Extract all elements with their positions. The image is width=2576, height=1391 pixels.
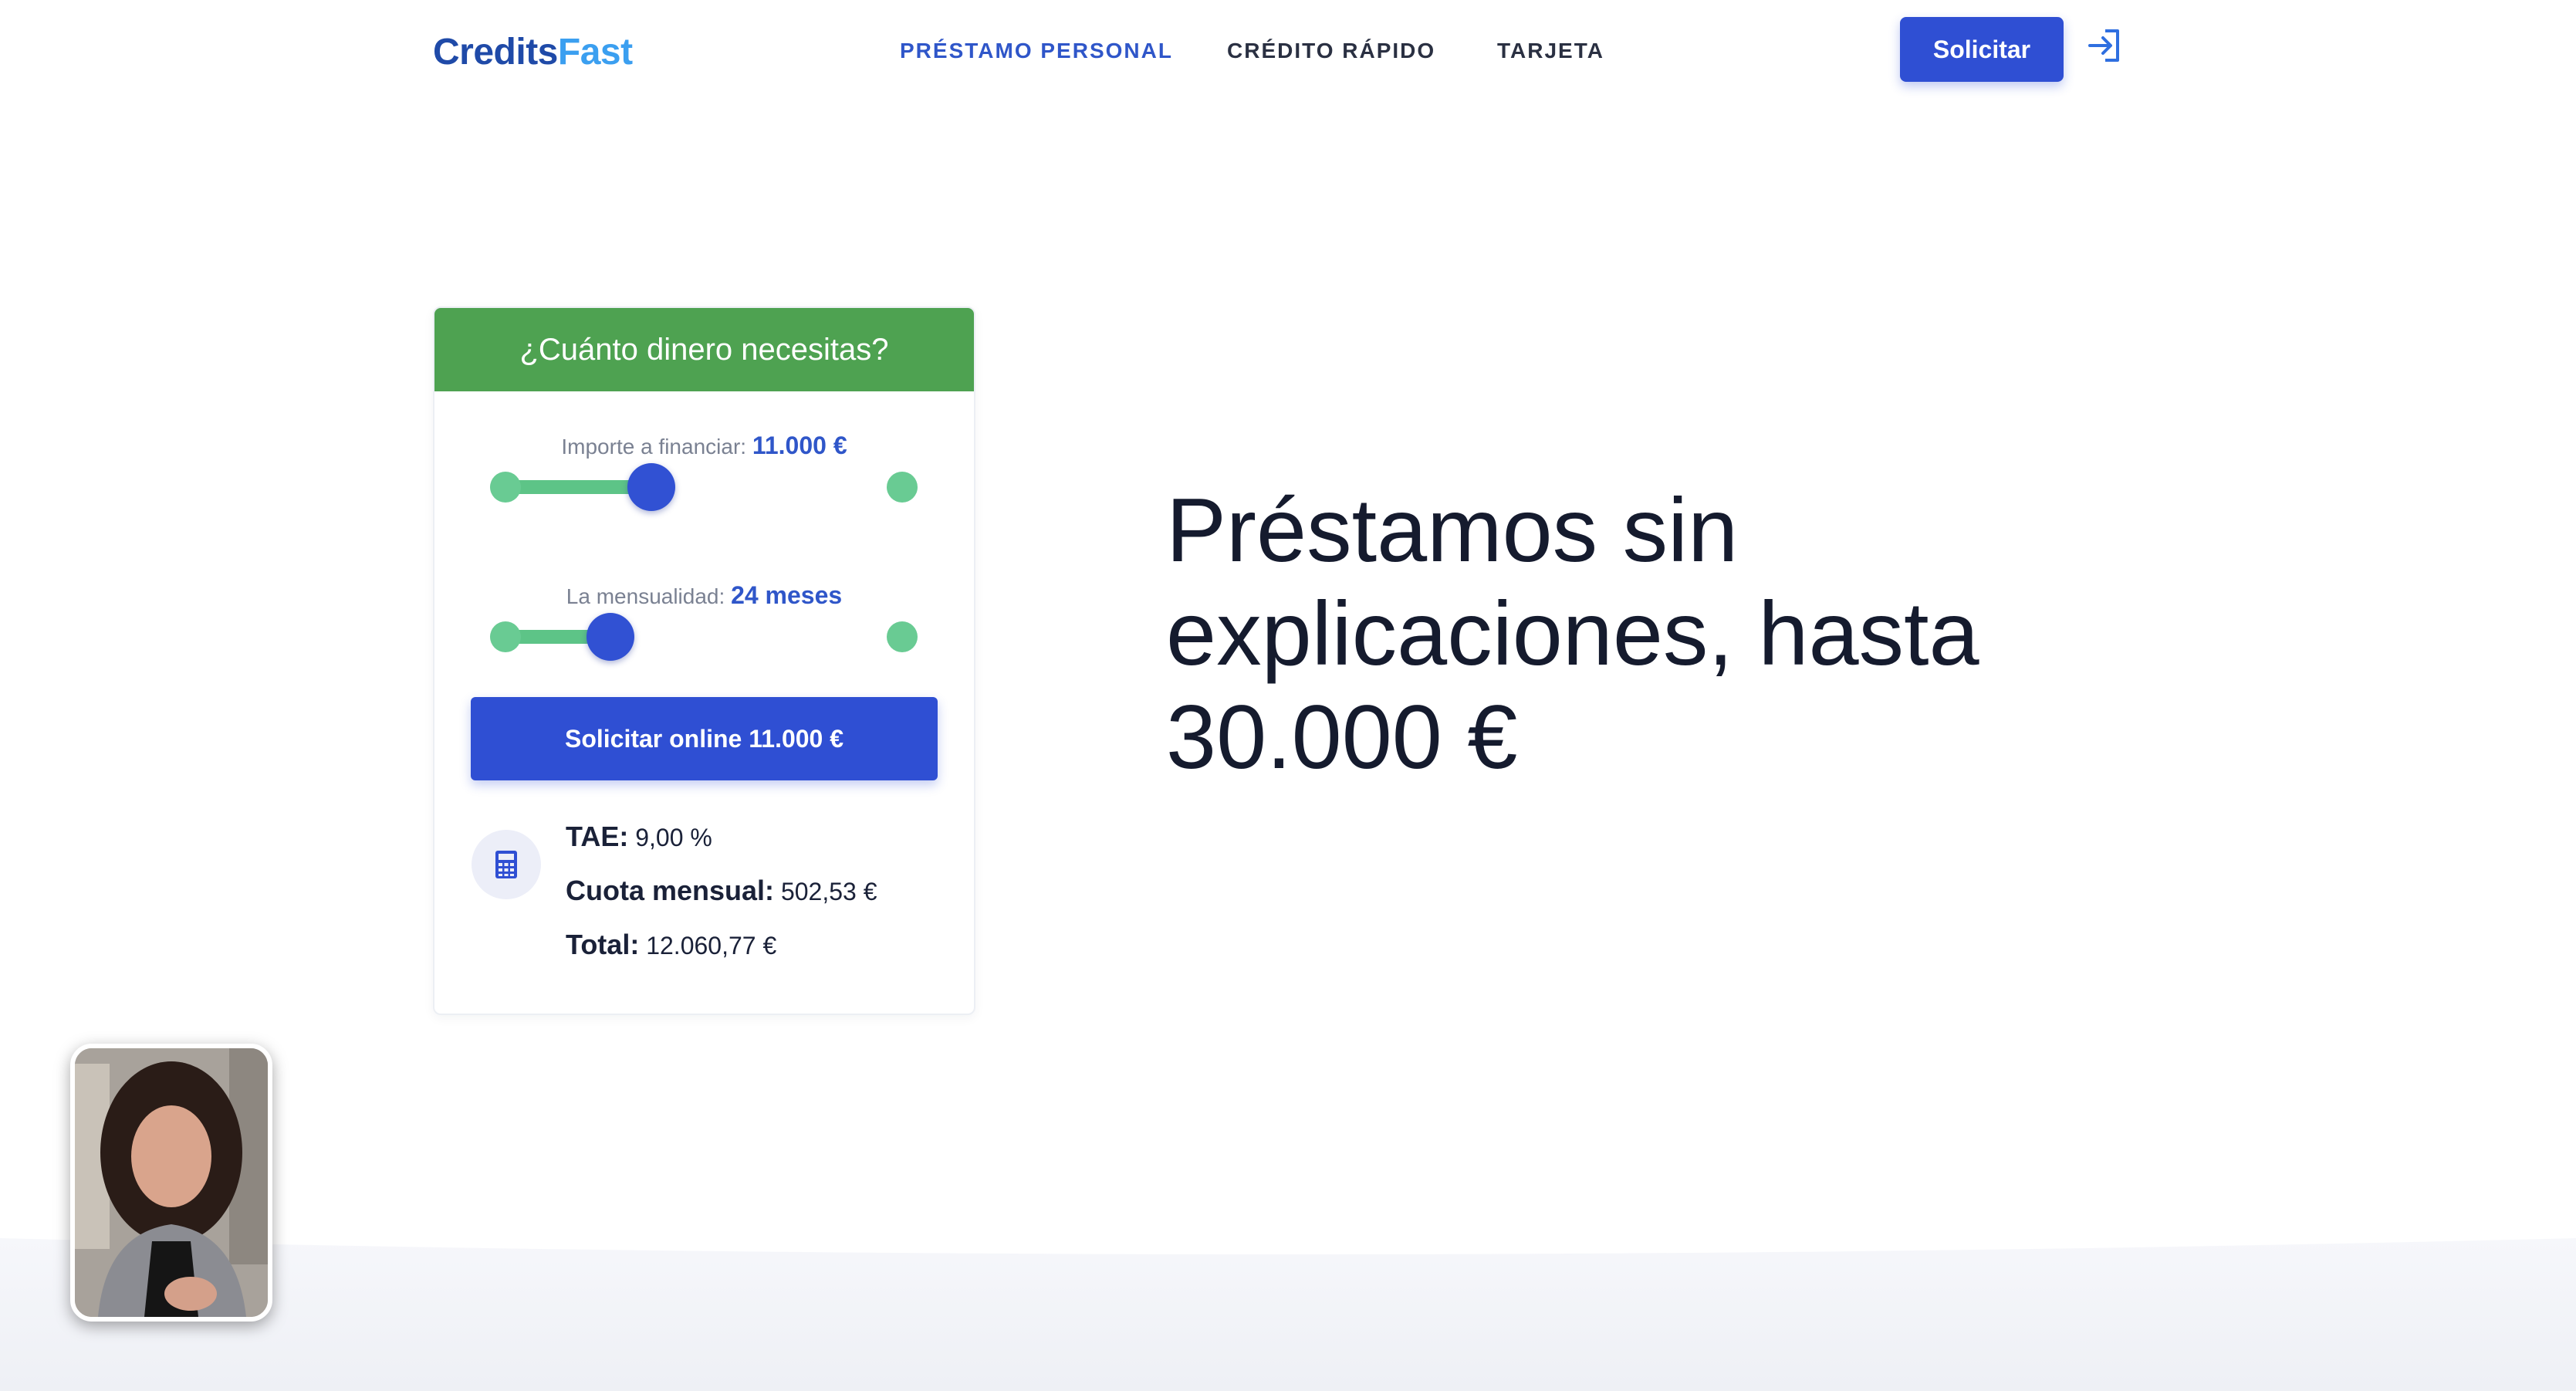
stat-cuota: Cuota mensual: 502,53 € [566, 875, 877, 907]
nav-tarjeta[interactable]: TARJETA [1497, 39, 1604, 63]
stat-total-key: Total: [566, 929, 640, 960]
logo-part-1: Credits [433, 32, 558, 73]
stat-tae: TAE: 9,00 % [566, 821, 712, 853]
logo[interactable]: CreditsFast [433, 31, 633, 73]
term-slider-min-dot [490, 621, 521, 652]
term-slider-max-dot [887, 621, 918, 652]
hero-line-2: explicaciones, hasta [1166, 583, 1979, 684]
term-label-group: La mensualidad: 24 meses [434, 581, 974, 610]
stat-tae-key: TAE: [566, 821, 629, 852]
hero-line-1: Préstamos sin [1166, 479, 1739, 580]
login-icon[interactable] [2087, 28, 2122, 63]
term-value: 24 meses [731, 581, 843, 609]
calculator-title: ¿Cuánto dinero necesitas? [434, 308, 974, 391]
header-solicitar-button[interactable]: Solicitar [1900, 17, 2064, 82]
amount-label-group: Importe a financiar: 11.000 € [434, 432, 974, 460]
hero-line-3: 30.000 € [1166, 686, 1518, 787]
bottom-wave-band [0, 1238, 2576, 1391]
video-avatar[interactable] [70, 1044, 272, 1322]
term-label: La mensualidad: [566, 584, 725, 608]
hero-heading: Préstamos sin explicaciones, hasta 30.00… [1166, 479, 2092, 789]
amount-slider-max-dot [887, 472, 918, 503]
amount-label: Importe a financiar: [561, 435, 747, 459]
page: CreditsFast PRÉSTAMO PERSONAL CRÉDITO RÁ… [0, 0, 2576, 1391]
amount-slider-min-dot [490, 472, 521, 503]
solicitar-online-button[interactable]: Solicitar online 11.000 € [471, 697, 938, 780]
calculator-icon-wrap [472, 830, 541, 899]
stat-cuota-value: 502,53 € [780, 878, 877, 905]
video-presenter-image [75, 1048, 268, 1317]
nav-prestamo-personal[interactable]: PRÉSTAMO PERSONAL [900, 39, 1173, 63]
stat-total: Total: 12.060,77 € [566, 929, 776, 961]
logo-part-2: Fast [557, 32, 633, 73]
stat-tae-value: 9,00 % [635, 824, 712, 851]
stat-total-value: 12.060,77 € [646, 932, 777, 959]
stat-cuota-key: Cuota mensual: [566, 875, 775, 906]
calculator-icon [495, 851, 517, 878]
amount-value: 11.000 € [752, 432, 847, 459]
amount-slider-thumb[interactable] [627, 463, 675, 511]
loan-calculator-card: ¿Cuánto dinero necesitas? Importe a fina… [433, 306, 975, 1015]
term-slider-thumb[interactable] [587, 613, 634, 661]
nav-credito-rapido[interactable]: CRÉDITO RÁPIDO [1227, 39, 1435, 63]
